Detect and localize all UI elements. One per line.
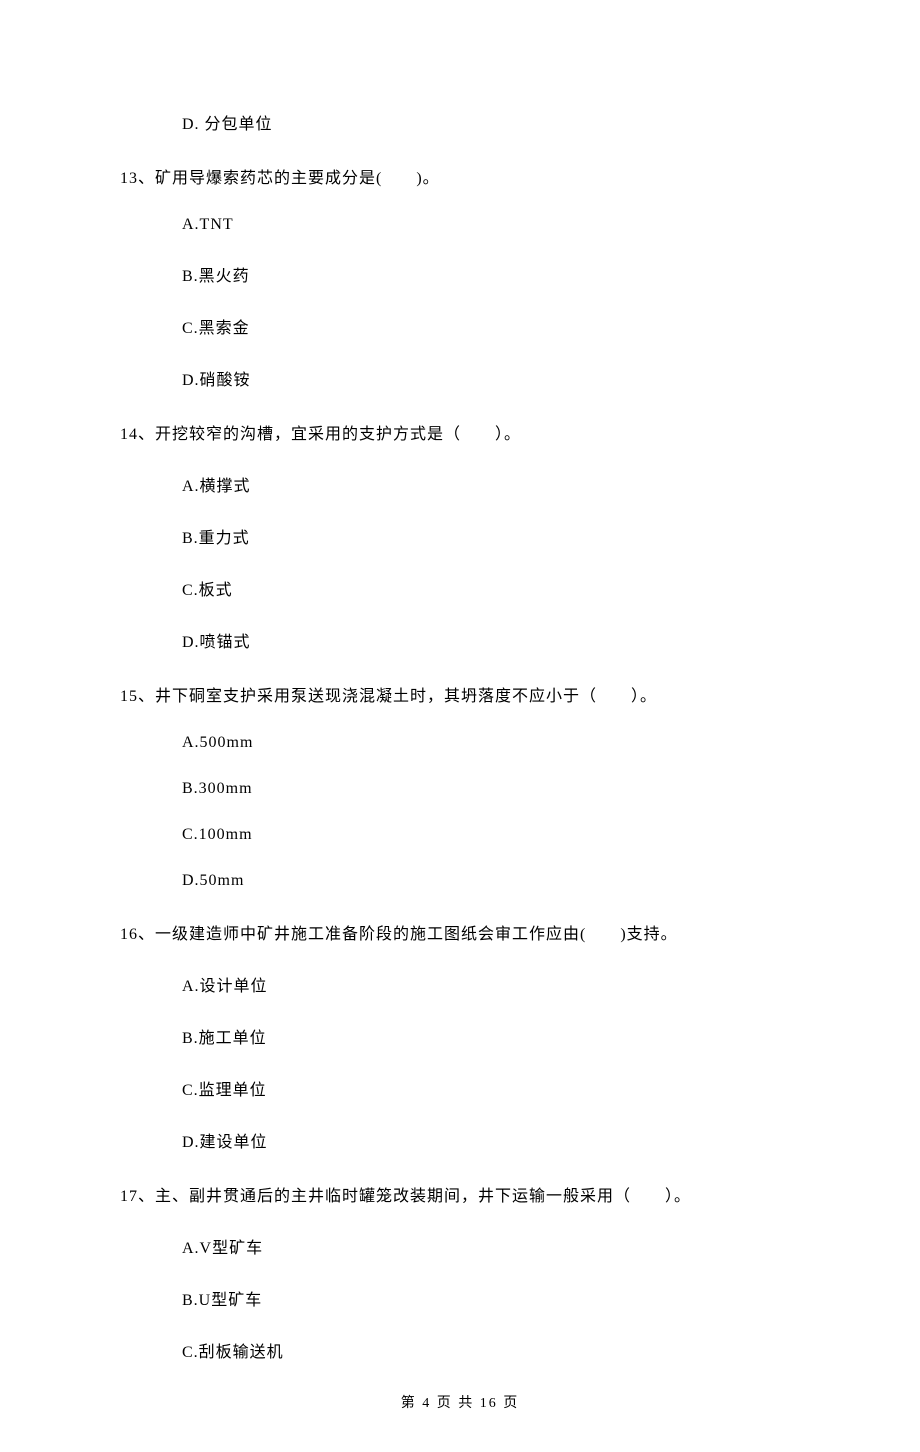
question-options: A.TNT B.黑火药 C.黑索金 D.硝酸铵 <box>182 216 800 390</box>
option-c: C.刮板输送机 <box>182 1338 800 1362</box>
question-17: 17、主、副井贯通后的主井临时罐笼改装期间，井下运输一般采用（ ）。 A.V型矿… <box>120 1182 800 1362</box>
document-page: D. 分包单位 13、矿用导爆索药芯的主要成分是( )。 A.TNT B.黑火药… <box>0 0 920 1452</box>
question-options: A.500mm B.300mm C.100mm D.50mm <box>182 734 800 890</box>
option-a: A.设计单位 <box>182 972 800 996</box>
question-13: 13、矿用导爆索药芯的主要成分是( )。 A.TNT B.黑火药 C.黑索金 D… <box>120 164 800 390</box>
option-d: D.喷锚式 <box>182 628 800 652</box>
question-14: 14、开挖较窄的沟槽，宜采用的支护方式是（ ）。 A.横撑式 B.重力式 C.板… <box>120 420 800 652</box>
question-15: 15、井下硐室支护采用泵送现浇混凝土时，其坍落度不应小于（ ）。 A.500mm… <box>120 682 800 890</box>
option-d: D.建设单位 <box>182 1128 800 1152</box>
question-options: A.V型矿车 B.U型矿车 C.刮板输送机 <box>182 1234 800 1362</box>
question-16: 16、一级建造师中矿井施工准备阶段的施工图纸会审工作应由( )支持。 A.设计单… <box>120 920 800 1152</box>
option-b: B.U型矿车 <box>182 1286 800 1310</box>
option-a: A.TNT <box>182 216 800 234</box>
option-d: D.50mm <box>182 872 800 890</box>
option-a: A.横撑式 <box>182 472 800 496</box>
option-a: A.500mm <box>182 734 800 752</box>
question-stem: 17、主、副井贯通后的主井临时罐笼改装期间，井下运输一般采用（ ）。 <box>120 1182 800 1206</box>
question-stem: 16、一级建造师中矿井施工准备阶段的施工图纸会审工作应由( )支持。 <box>120 920 800 944</box>
option-c: C.监理单位 <box>182 1076 800 1100</box>
option-b: B.重力式 <box>182 524 800 548</box>
option-b: B.黑火药 <box>182 262 800 286</box>
question-stem: 13、矿用导爆索药芯的主要成分是( )。 <box>120 164 800 188</box>
question-options: A.设计单位 B.施工单位 C.监理单位 D.建设单位 <box>182 972 800 1152</box>
option-c: C.黑索金 <box>182 314 800 338</box>
option-c: C.100mm <box>182 826 800 844</box>
option-c: C.板式 <box>182 576 800 600</box>
option-b: B.施工单位 <box>182 1024 800 1048</box>
question-stem: 14、开挖较窄的沟槽，宜采用的支护方式是（ ）。 <box>120 420 800 444</box>
page-footer: 第 4 页 共 16 页 <box>120 1392 800 1412</box>
question-options: A.横撑式 B.重力式 C.板式 D.喷锚式 <box>182 472 800 652</box>
orphan-option-d: D. 分包单位 <box>182 110 800 134</box>
option-b: B.300mm <box>182 780 800 798</box>
question-stem: 15、井下硐室支护采用泵送现浇混凝土时，其坍落度不应小于（ ）。 <box>120 682 800 706</box>
option-d: D.硝酸铵 <box>182 366 800 390</box>
option-a: A.V型矿车 <box>182 1234 800 1258</box>
